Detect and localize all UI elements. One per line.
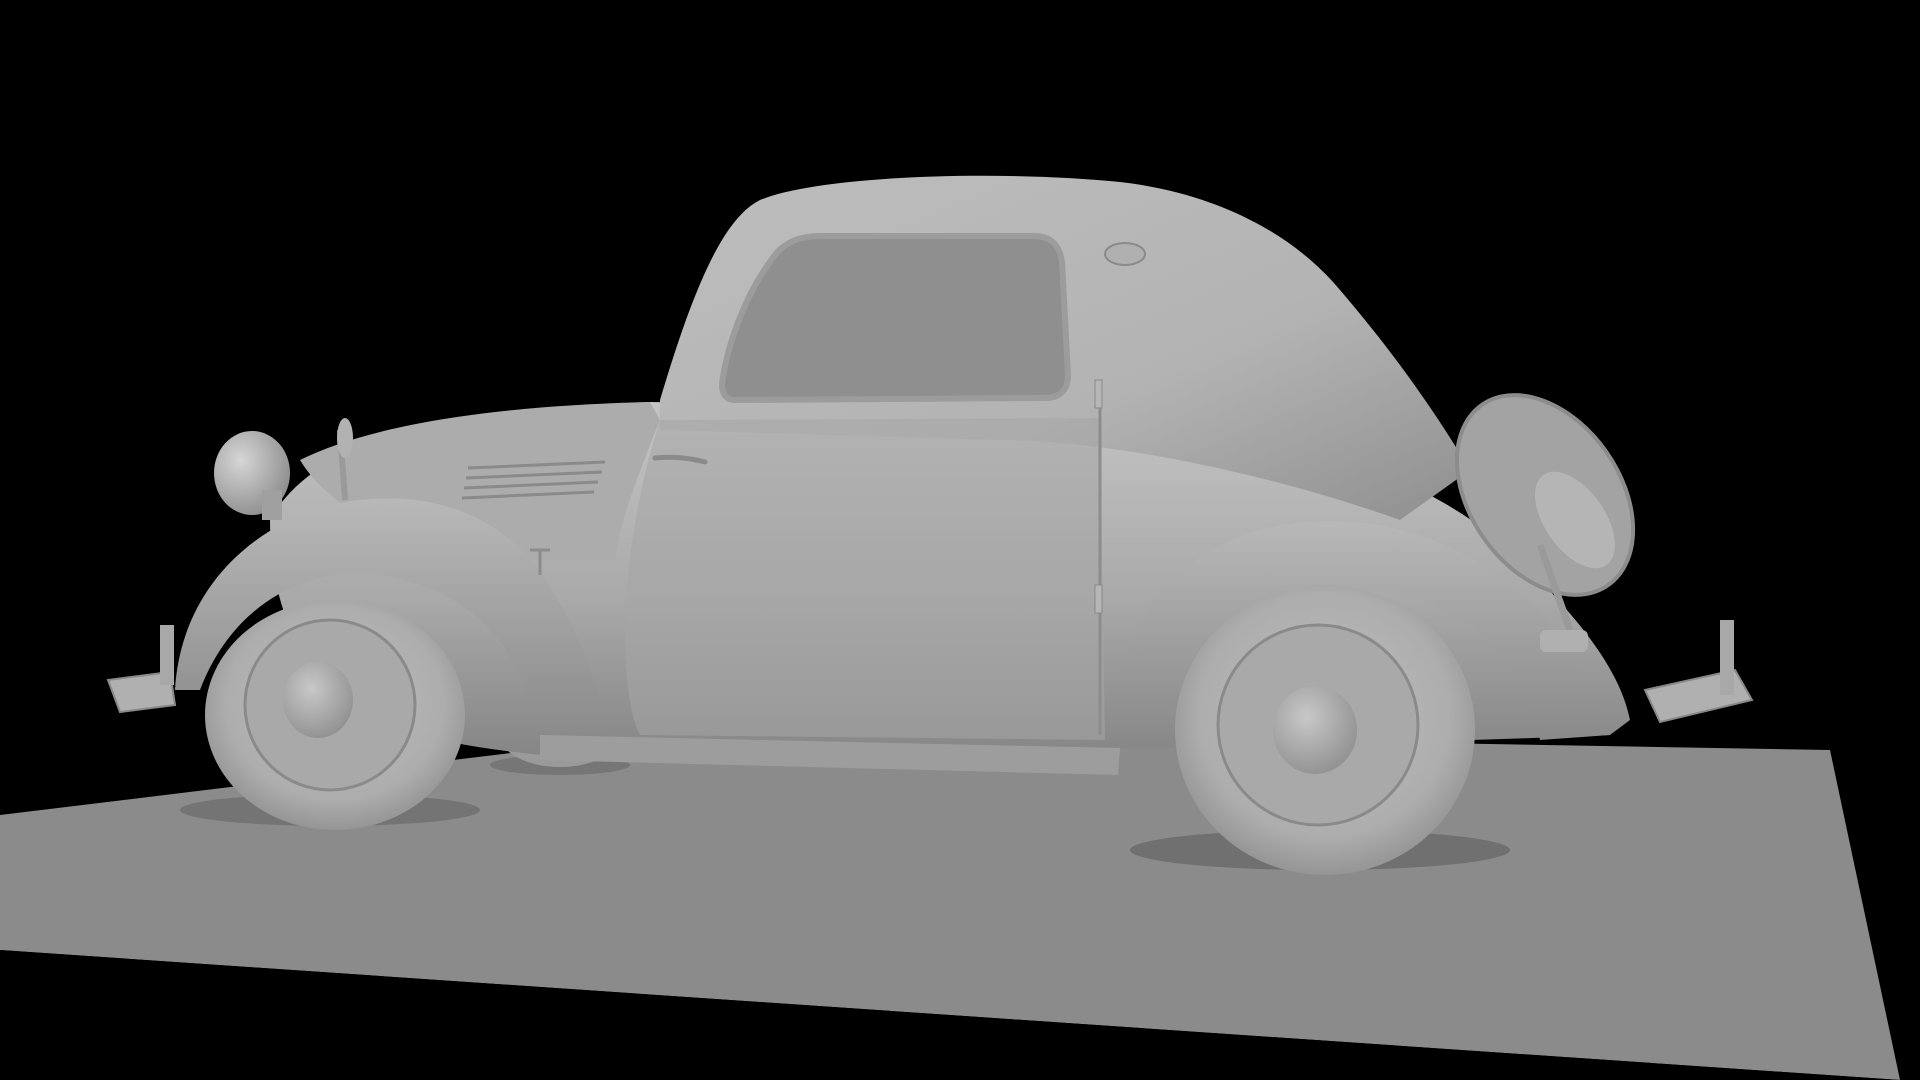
- rear-bumper: [1643, 668, 1754, 724]
- side-mirror: [337, 418, 353, 458]
- roof-vent: [1104, 242, 1146, 266]
- door-hinge-lower: [1094, 584, 1103, 614]
- front-wheel: [205, 600, 465, 830]
- rear-hubcap: [1273, 686, 1357, 774]
- door-hinge-upper: [1094, 379, 1103, 409]
- rear-wheel: [1175, 585, 1475, 875]
- render-viewport: [0, 0, 1920, 1080]
- car-door: [625, 418, 1105, 740]
- side-window: [718, 233, 1072, 404]
- car-render-scene: [0, 175, 1900, 1080]
- front-hubcap: [283, 662, 353, 738]
